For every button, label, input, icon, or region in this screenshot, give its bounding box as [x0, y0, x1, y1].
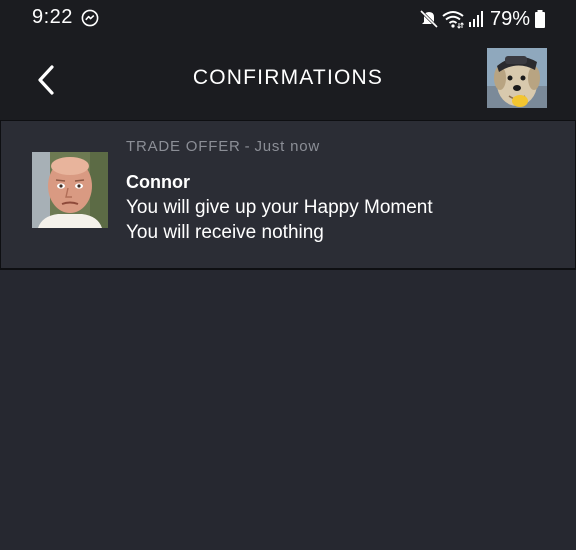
signal-icon	[468, 11, 483, 27]
status-icons: 79%	[419, 6, 546, 32]
status-bar: 9:22 79%	[0, 0, 576, 40]
battery-icon	[535, 10, 545, 28]
app-header: CONFIRMATIONS	[0, 40, 576, 120]
give-summary: You will give up your Happy Moment	[126, 197, 433, 218]
confirmation-type: TRADE OFFER	[126, 138, 241, 155]
status-time: 9:22	[32, 6, 73, 28]
messenger-icon	[81, 9, 99, 27]
confirmation-meta: TRADE OFFER - Just now	[126, 138, 321, 155]
dog-avatar-image	[487, 48, 547, 108]
connor-avatar-image	[32, 152, 108, 228]
trade-partner-name: Connor	[126, 172, 190, 192]
mute-icon	[419, 9, 438, 29]
receive-summary: You will receive nothing	[126, 222, 324, 243]
battery-percent: 79%	[489, 7, 530, 30]
confirmation-time: Just now	[254, 138, 321, 155]
wifi-icon	[442, 11, 464, 29]
connor-avatar	[32, 152, 108, 228]
trade-offer-card[interactable]: TRADE OFFER - Just now Connor You will giv…	[0, 120, 576, 270]
user-avatar[interactable]	[487, 48, 547, 108]
